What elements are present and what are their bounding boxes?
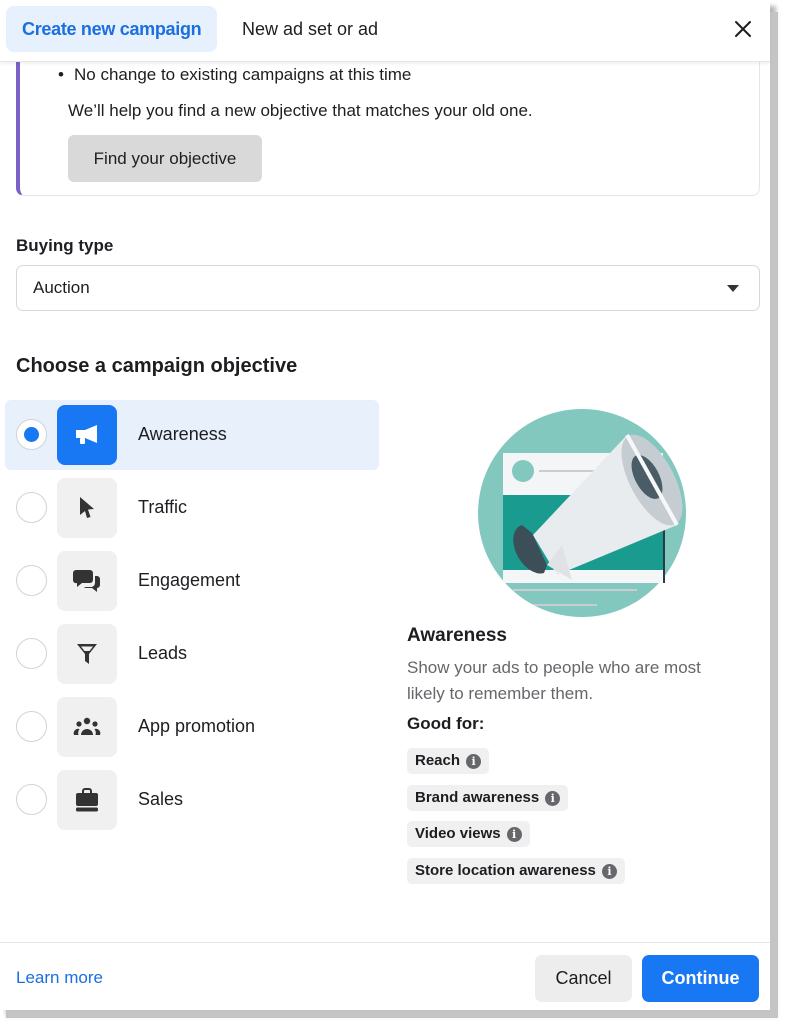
tag-label: Brand awareness (415, 789, 540, 806)
objective-change-notice: No change to existing campaigns at this … (16, 40, 760, 196)
good-for-tag: Store location awareness i (407, 858, 625, 884)
objective-label: App promotion (138, 716, 256, 736)
buying-type-value: Auction (33, 278, 90, 297)
tab-new-ad-set-or-ad[interactable]: New ad set or ad (226, 6, 394, 52)
cancel-button[interactable]: Cancel (535, 955, 632, 1002)
cursor-icon (57, 478, 117, 538)
people-group-icon (57, 697, 117, 757)
objective-heading: Choose a campaign objective (16, 355, 298, 377)
objective-option-traffic[interactable]: Traffic (5, 473, 379, 543)
funnel-icon (57, 624, 117, 684)
objective-label: Sales (138, 789, 184, 809)
radio-leads[interactable] (16, 638, 47, 669)
good-for-tag: Video views i (407, 821, 530, 847)
buying-type-label: Buying type (16, 236, 114, 255)
objective-option-sales[interactable]: Sales (5, 765, 379, 835)
objective-detail-description: Show your ads to people who are most lik… (407, 658, 701, 703)
notice-text: We’ll help you find a new objective that… (68, 101, 533, 120)
radio-app-promotion[interactable] (16, 711, 47, 742)
notice-bullet: No change to existing campaigns at this … (58, 65, 411, 85)
window-shadow (6, 1010, 778, 1018)
chat-bubbles-icon (57, 551, 117, 611)
tag-label: Video views (415, 825, 501, 842)
objective-label: Engagement (138, 570, 241, 590)
tab-create-new-campaign[interactable]: Create new campaign (6, 6, 218, 52)
radio-engagement[interactable] (16, 565, 47, 596)
close-icon (735, 21, 751, 37)
info-icon[interactable]: i (466, 753, 482, 769)
info-icon[interactable]: i (506, 826, 522, 842)
dialog-header: Create new campaign New ad set or ad (0, 0, 770, 62)
tag-label: Reach (415, 752, 461, 769)
shopping-bag-icon (57, 770, 117, 830)
objective-detail-title: Awareness (407, 625, 507, 646)
learn-more-link[interactable]: Learn more (16, 968, 103, 988)
radio-awareness[interactable] (16, 419, 47, 450)
objective-option-engagement[interactable]: Engagement (5, 546, 379, 616)
info-icon[interactable]: i (545, 790, 561, 806)
buying-type-select[interactable]: Auction (16, 265, 760, 311)
window-shadow (770, 12, 778, 1017)
find-objective-button[interactable]: Find your objective (68, 135, 262, 182)
good-for-label: Good for: (407, 714, 485, 733)
close-button[interactable] (730, 16, 756, 42)
megaphone-illustration (478, 409, 686, 617)
megaphone-icon (57, 405, 117, 465)
caret-down-icon (727, 285, 739, 292)
info-icon[interactable]: i (601, 863, 617, 879)
objective-option-leads[interactable]: Leads (5, 619, 379, 689)
objective-label: Awareness (138, 424, 227, 444)
create-campaign-dialog: No change to existing campaigns at this … (0, 0, 770, 1010)
good-for-tag: Brand awareness i (407, 785, 569, 811)
tag-label: Store location awareness (415, 862, 596, 879)
good-for-tag: Reach i (407, 748, 490, 774)
continue-button[interactable]: Continue (642, 955, 759, 1002)
objective-option-awareness[interactable]: Awareness (5, 400, 379, 470)
radio-traffic[interactable] (16, 492, 47, 523)
dialog-footer: Learn more Cancel Continue (0, 942, 770, 1010)
objective-label: Leads (138, 643, 188, 663)
objective-option-app-promotion[interactable]: App promotion (5, 692, 379, 762)
objective-label: Traffic (138, 497, 188, 517)
radio-sales[interactable] (16, 784, 47, 815)
